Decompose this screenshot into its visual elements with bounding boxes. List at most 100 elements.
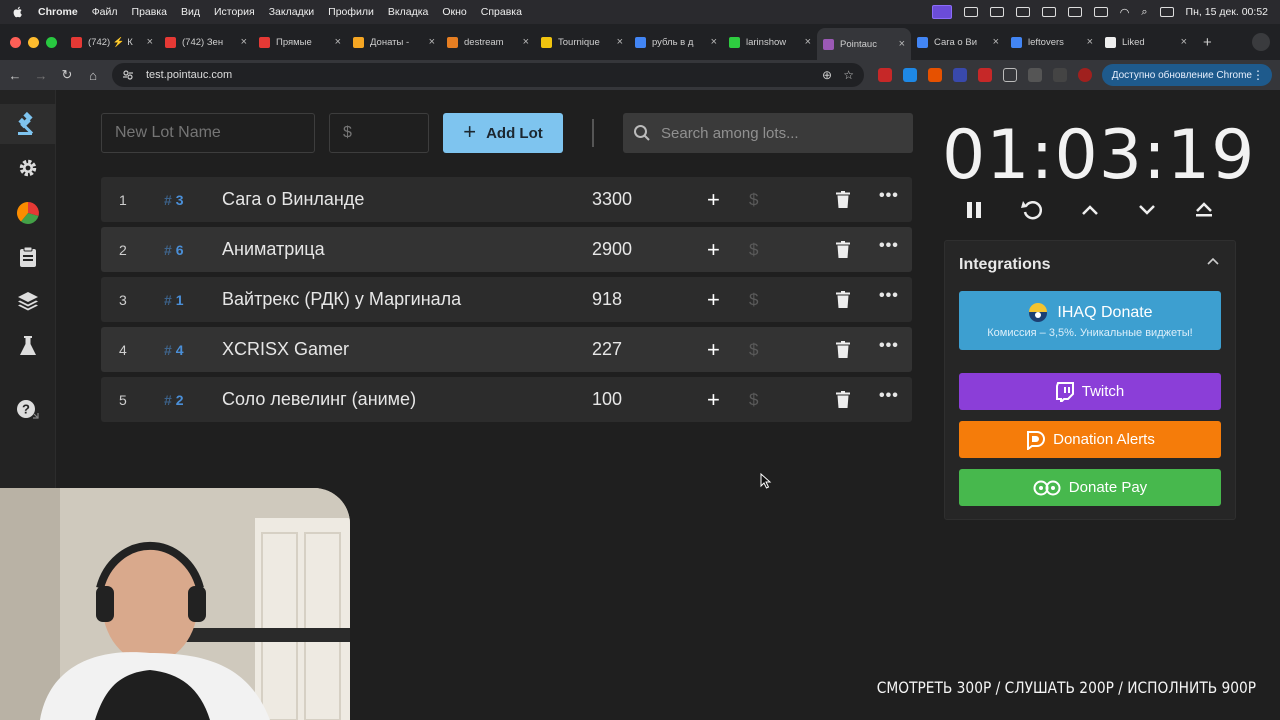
chrome-update-button[interactable]: Доступно обновление Chrome — [1101, 64, 1272, 86]
more-options-button[interactable]: ••• — [879, 337, 899, 355]
wifi-icon[interactable]: ◠ — [1120, 6, 1130, 19]
dollar-icon[interactable]: $ — [749, 190, 758, 210]
close-window-button[interactable] — [10, 36, 21, 48]
close-tab-icon[interactable]: × — [617, 36, 623, 48]
more-options-button[interactable]: ••• — [879, 387, 899, 405]
close-tab-icon[interactable]: × — [805, 36, 811, 48]
site-info-icon[interactable] — [122, 69, 134, 81]
close-tab-icon[interactable]: × — [899, 38, 905, 50]
more-options-button[interactable]: ••• — [879, 237, 899, 255]
menubar-clock[interactable]: Пн, 15 дек. 00:52 — [1186, 6, 1268, 18]
maximize-window-button[interactable] — [46, 36, 57, 48]
lot-id-tag[interactable]: #2 — [164, 392, 184, 408]
trash-icon[interactable] — [836, 291, 850, 308]
close-tab-icon[interactable]: × — [711, 36, 717, 48]
profile-avatar[interactable] — [1078, 68, 1092, 82]
menu-app-name[interactable]: Chrome — [38, 6, 78, 18]
add-amount-button[interactable]: + — [707, 187, 720, 213]
lot-id-tag[interactable]: #6 — [164, 242, 184, 258]
donation-alerts-button[interactable]: Donation Alerts — [959, 421, 1221, 458]
minimize-window-button[interactable] — [28, 36, 39, 48]
menu-edit[interactable]: Правка — [132, 6, 167, 18]
extension-icon[interactable] — [1053, 68, 1067, 82]
dollar-icon[interactable]: $ — [749, 340, 758, 360]
sidebar-item-history[interactable] — [0, 237, 56, 277]
close-tab-icon[interactable]: × — [1181, 36, 1187, 48]
status-icon[interactable] — [1015, 7, 1030, 17]
pause-button[interactable] — [960, 196, 988, 224]
browser-tab[interactable]: рубль в д × — [629, 28, 723, 56]
battery-icon[interactable] — [1093, 7, 1108, 17]
reload-button[interactable]: ↻ — [56, 67, 78, 83]
status-icon[interactable] — [963, 7, 978, 17]
new-lot-name-input[interactable] — [101, 113, 315, 153]
menu-help[interactable]: Справка — [481, 6, 522, 18]
browser-tab[interactable]: (742) Зен × — [159, 28, 253, 56]
close-tab-icon[interactable]: × — [993, 36, 999, 48]
new-tab-button[interactable]: + — [1203, 34, 1212, 51]
sidebar-item-help[interactable]: ? — [0, 390, 56, 430]
puzzle-icon[interactable] — [1003, 68, 1017, 82]
lot-name[interactable]: Соло левелинг (аниме) — [222, 389, 416, 410]
menu-bookmarks[interactable]: Закладки — [269, 6, 314, 18]
browser-tab[interactable]: larinshow × — [723, 28, 817, 56]
extension-icon[interactable] — [953, 68, 967, 82]
add-amount-button[interactable]: + — [707, 337, 720, 363]
extension-icon[interactable] — [1028, 68, 1042, 82]
lot-name[interactable]: XCRISX Gamer — [222, 339, 349, 360]
menu-file[interactable]: Файл — [92, 6, 118, 18]
close-tab-icon[interactable]: × — [335, 36, 341, 48]
more-options-button[interactable]: ••• — [879, 287, 899, 305]
search-icon[interactable]: ⌕ — [1141, 6, 1147, 19]
status-icon[interactable] — [989, 7, 1004, 17]
sidebar-item-auction[interactable] — [0, 104, 56, 144]
lot-id-tag[interactable]: #3 — [164, 192, 184, 208]
browser-tab[interactable]: Pointauc × — [817, 28, 911, 60]
add-amount-button[interactable]: + — [707, 387, 720, 413]
dollar-icon[interactable]: $ — [749, 290, 758, 310]
lot-amount[interactable]: 3300 — [592, 189, 632, 210]
lot-amount-input[interactable] — [329, 113, 429, 153]
zoom-icon[interactable]: ⊕ — [822, 68, 832, 82]
add-amount-button[interactable]: + — [707, 287, 720, 313]
add-time-button[interactable] — [1076, 196, 1104, 224]
extension-icon[interactable] — [978, 68, 992, 82]
browser-tab[interactable]: leftovers × — [1005, 28, 1099, 56]
status-icon[interactable] — [1041, 7, 1056, 17]
lot-amount[interactable]: 227 — [592, 339, 622, 360]
lot-id-tag[interactable]: #1 — [164, 292, 184, 308]
menu-window[interactable]: Окно — [442, 6, 466, 18]
add-lot-button[interactable]: + Add Lot — [443, 113, 563, 153]
screen-record-icon[interactable] — [931, 5, 952, 19]
lot-name[interactable]: Сага о Винланде — [222, 189, 364, 210]
address-bar[interactable]: test.pointauc.com ⊕ ☆ — [112, 63, 864, 87]
menu-view[interactable]: Вид — [181, 6, 200, 18]
extension-icon[interactable] — [928, 68, 942, 82]
lot-amount[interactable]: 100 — [592, 389, 622, 410]
control-center-icon[interactable] — [1159, 7, 1174, 17]
browser-tab[interactable]: destream × — [441, 28, 535, 56]
close-tab-icon[interactable]: × — [147, 36, 153, 48]
adblock-extension-icon[interactable] — [878, 68, 892, 82]
forward-button[interactable]: → — [30, 68, 52, 83]
menu-profiles[interactable]: Профили — [328, 6, 374, 18]
browser-tab[interactable]: Liked × — [1099, 28, 1193, 56]
dollar-icon[interactable]: $ — [749, 240, 758, 260]
double-time-button[interactable] — [1190, 196, 1218, 224]
more-options-button[interactable]: ••• — [879, 187, 899, 205]
back-button[interactable]: ← — [4, 68, 26, 83]
close-tab-icon[interactable]: × — [523, 36, 529, 48]
trash-icon[interactable] — [836, 341, 850, 358]
reset-timer-button[interactable] — [1018, 196, 1046, 224]
close-tab-icon[interactable]: × — [429, 36, 435, 48]
add-amount-button[interactable]: + — [707, 237, 720, 263]
browser-tab[interactable]: Прямые × — [253, 28, 347, 56]
extension-icon[interactable] — [903, 68, 917, 82]
lot-name[interactable]: Вайтрекс (РДК) у Маргинала — [222, 289, 461, 310]
apple-icon[interactable] — [12, 6, 24, 18]
home-button[interactable]: ⌂ — [82, 68, 104, 83]
browser-tab[interactable]: (742) ⚡ К × — [65, 28, 159, 56]
close-tab-icon[interactable]: × — [241, 36, 247, 48]
ihaq-donate-button[interactable]: IHAQ Donate Комиссия – 3,5%. Уникальные … — [959, 291, 1221, 350]
sidebar-item-stats[interactable] — [0, 193, 56, 233]
